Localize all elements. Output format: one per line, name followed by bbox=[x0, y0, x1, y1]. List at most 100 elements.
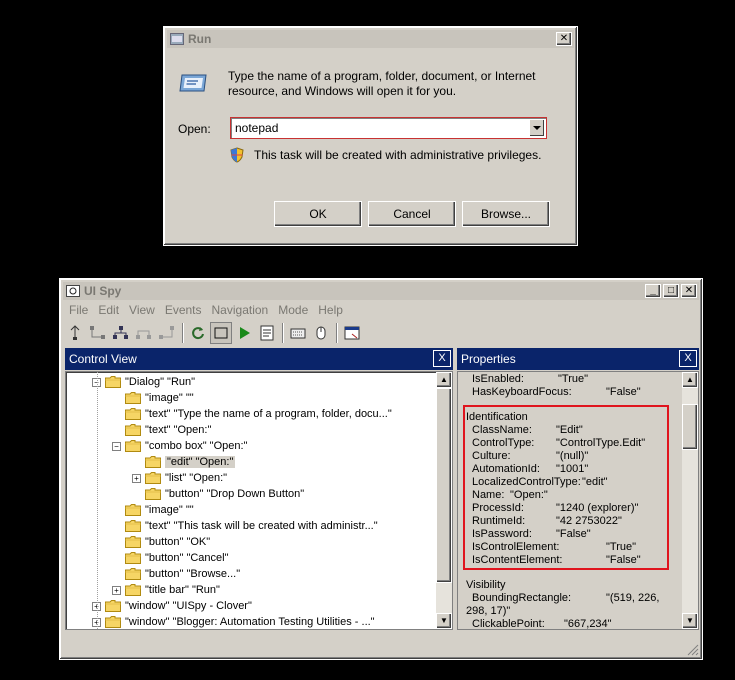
control-tree: − "Dialog" "Run" "image" "" "text" "Type th… bbox=[65, 371, 453, 630]
scroll-thumb[interactable] bbox=[682, 404, 698, 450]
navigate-next-sibling-icon[interactable] bbox=[110, 322, 132, 344]
tree-item-label: "button" "Cancel" bbox=[145, 552, 229, 564]
navigate-last-child-icon[interactable] bbox=[156, 322, 178, 344]
folder-icon bbox=[125, 440, 141, 452]
menu-help[interactable]: Help bbox=[318, 303, 343, 317]
collapse-icon[interactable]: − bbox=[112, 441, 121, 451]
scroll-down-icon[interactable]: ▼ bbox=[682, 613, 698, 629]
uispy-title: UI Spy bbox=[84, 284, 122, 298]
property-value[interactable]: "True" bbox=[558, 373, 588, 385]
tree-item-label: "button" "OK" bbox=[145, 536, 211, 548]
run-description-line-2: resource, and Windows will open it for y… bbox=[228, 84, 457, 98]
folder-icon bbox=[125, 536, 141, 548]
minimize-icon[interactable]: _ bbox=[645, 284, 661, 298]
properties-page-icon[interactable] bbox=[256, 322, 278, 344]
tree-item[interactable]: "button" "Cancel" bbox=[112, 550, 229, 566]
run-description-line-1: Type the name of a program, folder, docu… bbox=[228, 69, 536, 83]
properties-scrollbar[interactable]: ▲ ▼ bbox=[682, 372, 698, 629]
menu-events[interactable]: Events bbox=[165, 303, 202, 317]
play-icon[interactable] bbox=[233, 322, 255, 344]
refresh-icon[interactable] bbox=[187, 322, 209, 344]
browse-button[interactable]: Browse... bbox=[462, 201, 550, 227]
folder-icon bbox=[145, 456, 161, 468]
resize-grip-icon[interactable] bbox=[687, 644, 699, 656]
folder-icon bbox=[125, 504, 141, 516]
control-view-title: Control View bbox=[69, 352, 137, 366]
tree-item[interactable]: "image" "" bbox=[112, 390, 194, 406]
cancel-button[interactable]: Cancel bbox=[368, 201, 456, 227]
run-title-bar[interactable]: Run ✕ bbox=[167, 30, 574, 48]
run-app-icon bbox=[169, 32, 185, 46]
uispy-title-bar[interactable]: UI Spy _ □ ✕ bbox=[63, 282, 699, 300]
close-icon[interactable]: X bbox=[433, 350, 451, 367]
scroll-up-icon[interactable]: ▲ bbox=[436, 372, 452, 388]
folder-icon bbox=[125, 424, 141, 436]
property-value[interactable]: "(519, 226, bbox=[606, 592, 659, 604]
scroll-down-icon[interactable]: ▼ bbox=[436, 613, 452, 629]
ok-button[interactable]: OK bbox=[274, 201, 362, 227]
folder-icon bbox=[105, 376, 121, 388]
tree-item[interactable]: "text" "This task will be created with a… bbox=[112, 518, 378, 534]
tree-item[interactable]: "text" "Type the name of a program, fold… bbox=[112, 406, 392, 422]
mouse-pointer-icon[interactable] bbox=[310, 322, 332, 344]
open-combo-box[interactable]: notepad bbox=[230, 117, 547, 139]
tree-item[interactable]: "edit" "Open:" bbox=[132, 454, 236, 470]
shield-icon bbox=[230, 147, 244, 163]
run-dialog: Run ✕ Type the name of a program, folder… bbox=[163, 26, 578, 246]
navigate-first-child-icon[interactable] bbox=[87, 322, 109, 344]
tree-guide-line bbox=[97, 372, 98, 629]
property-group-header[interactable]: Visibility bbox=[466, 579, 506, 591]
tree-item[interactable]: "image" "" bbox=[112, 502, 194, 518]
menu-mode[interactable]: Mode bbox=[278, 303, 308, 317]
tree-item[interactable]: − "Dialog" "Run" bbox=[92, 374, 195, 390]
highlight-rectangle-icon[interactable] bbox=[210, 322, 232, 344]
tree-item-label: "title bar" "Run" bbox=[145, 584, 220, 596]
properties-header: Properties X bbox=[457, 348, 699, 370]
menu-view[interactable]: View bbox=[129, 303, 155, 317]
menu-navigation[interactable]: Navigation bbox=[212, 303, 269, 317]
dropdown-button[interactable] bbox=[529, 119, 545, 137]
folder-icon bbox=[125, 392, 141, 404]
tree-scrollbar[interactable]: ▲ ▼ bbox=[436, 372, 452, 629]
tree-item-label: "combo box" "Open:" bbox=[145, 440, 248, 452]
toolbar-separator bbox=[336, 323, 338, 343]
navigate-parent-icon[interactable] bbox=[64, 322, 86, 344]
open-label: Open: bbox=[178, 122, 211, 136]
scroll-up-icon[interactable]: ▲ bbox=[682, 372, 698, 388]
property-value[interactable]: "False" bbox=[606, 386, 641, 398]
tree-item[interactable]: + "list" "Open:" bbox=[132, 470, 227, 486]
tree-item-label: "text" "This task will be created with a… bbox=[145, 520, 378, 532]
folder-icon bbox=[125, 568, 141, 580]
close-icon[interactable]: X bbox=[679, 350, 697, 367]
expand-icon[interactable]: + bbox=[132, 473, 141, 483]
uispy-app-icon bbox=[65, 284, 81, 298]
folder-icon bbox=[105, 600, 121, 612]
property-value[interactable]: "667,234" bbox=[564, 618, 612, 629]
scroll-thumb[interactable] bbox=[436, 388, 452, 583]
maximize-icon[interactable]: □ bbox=[663, 284, 679, 298]
tree-item[interactable]: + "window" "UISpy - Clover" bbox=[92, 598, 252, 614]
close-icon[interactable]: ✕ bbox=[556, 32, 572, 46]
menu-edit[interactable]: Edit bbox=[98, 303, 119, 317]
tree-item-label: "text" "Open:" bbox=[145, 424, 212, 436]
tree-item[interactable]: "button" "Drop Down Button" bbox=[132, 486, 304, 502]
tree-item[interactable]: "button" "Browse..." bbox=[112, 566, 240, 582]
tree-item[interactable]: + "title bar" "Run" bbox=[112, 582, 220, 598]
tree-item[interactable]: "button" "OK" bbox=[112, 534, 210, 550]
toolbar-separator bbox=[182, 323, 184, 343]
keyboard-icon[interactable] bbox=[287, 322, 309, 344]
navigate-previous-sibling-icon[interactable] bbox=[133, 322, 155, 344]
property-name: BoundingRectangle: bbox=[472, 592, 572, 604]
properties-panel: Properties X IsEnabled: "True" HasKeyboard… bbox=[457, 348, 699, 633]
menu-file[interactable]: File bbox=[69, 303, 88, 317]
close-icon[interactable]: ✕ bbox=[681, 284, 697, 298]
window-view-icon[interactable] bbox=[341, 322, 363, 344]
uispy-window: UI Spy _ □ ✕ File Edit View Events Navig… bbox=[59, 278, 703, 660]
tree-item[interactable]: "text" "Open:" bbox=[112, 422, 211, 438]
toolbar bbox=[64, 321, 364, 345]
expand-icon[interactable]: + bbox=[112, 585, 121, 595]
tree-item[interactable]: − "combo box" "Open:" bbox=[112, 438, 247, 454]
open-input[interactable]: notepad bbox=[235, 121, 278, 135]
toolbar-separator bbox=[282, 323, 284, 343]
tree-item[interactable]: + "window" "Blogger: Automation Testing U… bbox=[92, 614, 375, 629]
